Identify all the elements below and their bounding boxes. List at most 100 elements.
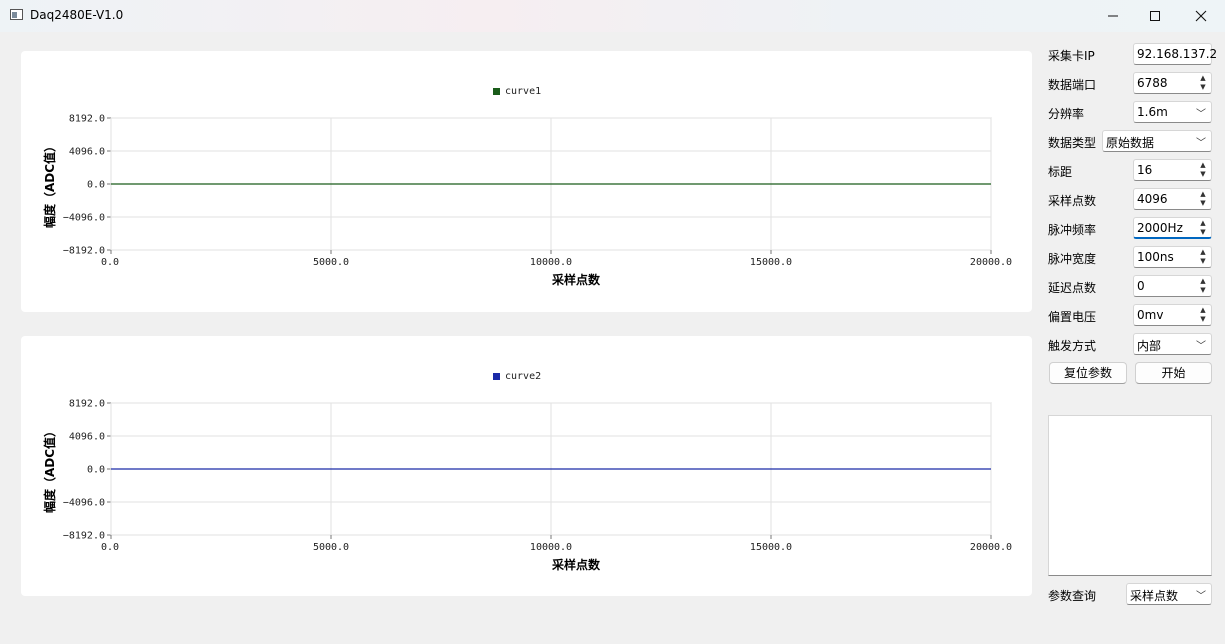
resolution-select[interactable]: 1.6m ﹀ bbox=[1133, 101, 1212, 123]
bias-value: 0mv bbox=[1137, 308, 1164, 322]
x-axis-title: 采样点数 bbox=[551, 557, 601, 572]
x-tick-label: 5000.0 bbox=[313, 542, 349, 553]
datatype-value: 原始数据 bbox=[1106, 136, 1155, 150]
pulse-width-stepper[interactable]: ▲ ▼ bbox=[1196, 248, 1210, 266]
legend-swatch bbox=[493, 88, 500, 95]
datatype-select[interactable]: 原始数据 ﹀ bbox=[1102, 130, 1212, 152]
bias-stepper[interactable]: ▲ ▼ bbox=[1196, 306, 1210, 324]
window-title: Daq2480E-V1.0 bbox=[30, 8, 124, 22]
minimize-icon bbox=[1108, 15, 1118, 17]
x-tick-label: 5000.0 bbox=[313, 257, 349, 268]
resolution-value: 1.6m bbox=[1137, 105, 1168, 119]
spin-up-icon[interactable]: ▲ bbox=[1196, 248, 1210, 257]
y-tick-label: −4096.0 bbox=[63, 498, 105, 509]
query-result-textbox[interactable] bbox=[1048, 415, 1212, 576]
trigger-select[interactable]: 内部 ﹀ bbox=[1133, 333, 1212, 355]
pulse-freq-label: 脉冲频率 bbox=[1048, 223, 1097, 237]
y-tick-label: 8192.0 bbox=[69, 114, 105, 125]
y-tick-label: −8192.0 bbox=[63, 246, 105, 257]
samples-stepper[interactable]: ▲ ▼ bbox=[1196, 190, 1210, 208]
query-label: 参数查询 bbox=[1048, 589, 1097, 603]
trigger-label: 触发方式 bbox=[1048, 339, 1097, 353]
x-tick-label: 10000.0 bbox=[530, 257, 572, 268]
y-tick-label: 4096.0 bbox=[69, 432, 105, 443]
chart-2: curve28192.04096.00.0−4096.0−8192.00.0 50… bbox=[42, 371, 1012, 572]
x-tick-label: 0.0 bbox=[101, 257, 119, 268]
ip-value: 92.168.137.2 bbox=[1137, 47, 1218, 61]
spin-up-icon[interactable]: ▲ bbox=[1196, 161, 1210, 170]
delay-label: 延迟点数 bbox=[1048, 281, 1097, 295]
y-tick-label: 8192.0 bbox=[69, 399, 105, 410]
chevron-down-icon: ﹀ bbox=[1196, 138, 1206, 149]
close-button[interactable] bbox=[1178, 0, 1224, 32]
legend-label: curve2 bbox=[505, 371, 541, 382]
samples-value: 4096 bbox=[1137, 192, 1168, 206]
gauge-spinbox[interactable]: 16 ▲ ▼ bbox=[1133, 159, 1212, 181]
y-axis-title: 幅度（ADC值） bbox=[42, 425, 57, 513]
ip-label: 采集卡IP bbox=[1048, 49, 1095, 63]
resolution-label: 分辨率 bbox=[1048, 107, 1085, 121]
spin-down-icon[interactable]: ▼ bbox=[1196, 199, 1210, 208]
x-tick-label: 15000.0 bbox=[750, 542, 792, 553]
chart-panel-1: curve1 8192.0 4096.0 0.0 −4096.0 −8192.0 0.0 50… bbox=[21, 51, 1032, 312]
port-spinbox[interactable]: 6788 ▲ ▼ bbox=[1133, 72, 1212, 94]
ip-field[interactable]: 92.168.137.2 bbox=[1133, 43, 1217, 65]
query-select[interactable]: 采样点数 ﹀ bbox=[1126, 583, 1212, 605]
port-stepper[interactable]: ▲ ▼ bbox=[1196, 74, 1210, 92]
reset-params-button[interactable]: 复位参数 bbox=[1049, 362, 1127, 384]
minimize-button[interactable] bbox=[1090, 0, 1136, 32]
spin-up-icon[interactable]: ▲ bbox=[1196, 74, 1210, 83]
spin-down-icon[interactable]: ▼ bbox=[1196, 315, 1210, 324]
y-axis-title: 幅度（ADC值） bbox=[42, 140, 57, 228]
spin-up-icon[interactable]: ▲ bbox=[1196, 219, 1210, 228]
bias-spinbox[interactable]: 0mv ▲ ▼ bbox=[1133, 304, 1212, 326]
spin-up-icon[interactable]: ▲ bbox=[1196, 306, 1210, 315]
pulse-freq-spinbox[interactable]: 2000Hz ▲ ▼ bbox=[1133, 217, 1212, 239]
maximize-button[interactable] bbox=[1132, 0, 1178, 32]
chevron-down-icon: ﹀ bbox=[1196, 109, 1206, 120]
pulse-width-value: 100ns bbox=[1137, 250, 1174, 264]
x-tick-label: 20000.0 bbox=[970, 257, 1012, 268]
port-label: 数据端口 bbox=[1048, 78, 1097, 92]
pulse-freq-value: 2000Hz bbox=[1137, 221, 1183, 235]
x-axis-title: 采样点数 bbox=[551, 272, 601, 287]
pulse-width-label: 脉冲宽度 bbox=[1048, 252, 1097, 266]
app-icon bbox=[10, 9, 23, 20]
close-icon bbox=[1195, 10, 1207, 22]
spin-down-icon[interactable]: ▼ bbox=[1196, 170, 1210, 179]
legend-swatch bbox=[493, 373, 500, 380]
spin-down-icon[interactable]: ▼ bbox=[1196, 257, 1210, 266]
pulse-width-spinbox[interactable]: 100ns ▲ ▼ bbox=[1133, 246, 1212, 268]
maximize-icon bbox=[1150, 11, 1160, 21]
gauge-stepper[interactable]: ▲ ▼ bbox=[1196, 161, 1210, 179]
spin-up-icon[interactable]: ▲ bbox=[1196, 190, 1210, 199]
query-value: 采样点数 bbox=[1130, 589, 1179, 603]
x-tick-label: 15000.0 bbox=[750, 257, 792, 268]
chart-1: curve18192.04096.00.0−4096.0−8192.00.0 50… bbox=[42, 86, 1012, 287]
chart-panel-2: curve2 8192.0 4096.0 0.0 −4096.0 −8192.0 0.0 50… bbox=[21, 336, 1032, 596]
x-tick-label: 10000.0 bbox=[530, 542, 572, 553]
y-tick-label: −4096.0 bbox=[63, 213, 105, 224]
spin-down-icon[interactable]: ▼ bbox=[1196, 228, 1210, 237]
y-tick-label: 0.0 bbox=[87, 465, 105, 476]
chevron-down-icon: ﹀ bbox=[1196, 591, 1206, 602]
x-tick-label: 0.0 bbox=[101, 542, 119, 553]
gauge-value: 16 bbox=[1137, 163, 1153, 177]
samples-spinbox[interactable]: 4096 ▲ ▼ bbox=[1133, 188, 1212, 210]
spin-up-icon[interactable]: ▲ bbox=[1196, 277, 1210, 286]
delay-value: 0 bbox=[1137, 279, 1145, 293]
y-tick-label: 0.0 bbox=[87, 180, 105, 191]
y-tick-label: −8192.0 bbox=[63, 531, 105, 542]
pulse-freq-stepper[interactable]: ▲ ▼ bbox=[1196, 219, 1210, 237]
gauge-label: 标距 bbox=[1048, 165, 1073, 179]
bias-label: 偏置电压 bbox=[1048, 310, 1097, 324]
spin-down-icon[interactable]: ▼ bbox=[1196, 286, 1210, 295]
start-button[interactable]: 开始 bbox=[1135, 362, 1212, 384]
x-tick-label: 20000.0 bbox=[970, 542, 1012, 553]
delay-stepper[interactable]: ▲ ▼ bbox=[1196, 277, 1210, 295]
datatype-label: 数据类型 bbox=[1048, 136, 1097, 150]
port-value: 6788 bbox=[1137, 76, 1168, 90]
legend-label: curve1 bbox=[505, 86, 541, 97]
spin-down-icon[interactable]: ▼ bbox=[1196, 83, 1210, 92]
delay-spinbox[interactable]: 0 ▲ ▼ bbox=[1133, 275, 1212, 297]
